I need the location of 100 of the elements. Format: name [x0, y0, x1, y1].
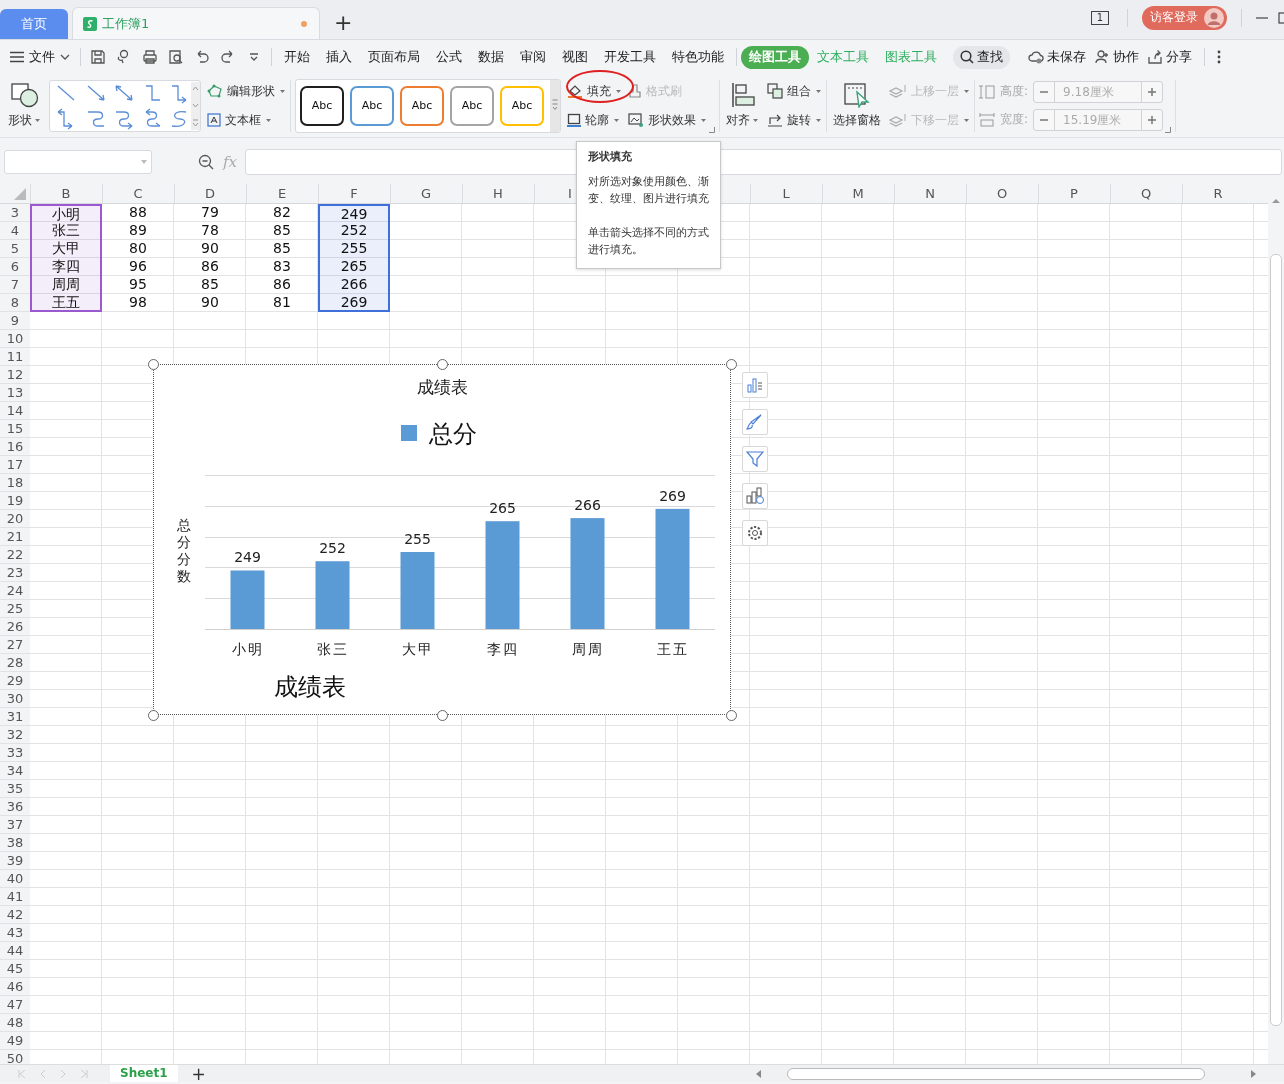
row-header[interactable]: 16 — [0, 438, 30, 456]
column-header[interactable]: O — [966, 184, 1038, 203]
resize-handle[interactable] — [437, 359, 448, 370]
style-preset[interactable]: Abc — [300, 85, 344, 126]
row-header[interactable]: 17 — [0, 456, 30, 474]
row-header[interactable]: 48 — [0, 1014, 30, 1032]
scrollbar-thumb[interactable] — [1270, 254, 1282, 1026]
column-header[interactable]: L — [750, 184, 822, 203]
row-header[interactable]: 45 — [0, 960, 30, 978]
ribbon-tab[interactable]: 公式 — [428, 45, 470, 69]
row-header[interactable]: 4 — [0, 222, 30, 240]
brush-button[interactable] — [742, 409, 768, 435]
row-header[interactable]: 43 — [0, 924, 30, 942]
row-header[interactable]: 20 — [0, 510, 30, 528]
chart[interactable]: 成绩表 总分 249 小明 252 张三 255 大甲 265 李四 266 周周 269 王五 成绩表 总分分数 — [153, 364, 731, 715]
search-button[interactable]: 查找 — [953, 45, 1010, 69]
row-header[interactable]: 10 — [0, 330, 30, 348]
row-header[interactable]: 49 — [0, 1032, 30, 1050]
print-icon[interactable] — [142, 49, 158, 65]
ribbon-tab[interactable]: 审阅 — [512, 45, 554, 69]
row-header[interactable]: 13 — [0, 384, 30, 402]
row-header[interactable]: 41 — [0, 888, 30, 906]
toolbar-button[interactable]: 协作 — [1094, 48, 1139, 66]
row-header[interactable]: 39 — [0, 852, 30, 870]
row-header[interactable]: 35 — [0, 780, 30, 798]
row-header[interactable]: 46 — [0, 978, 30, 996]
row-header[interactable]: 30 — [0, 690, 30, 708]
style-preset[interactable]: Abc — [500, 85, 544, 126]
shape-button[interactable]: 形状 — [6, 82, 43, 129]
row-header[interactable]: 25 — [0, 600, 30, 618]
fill-button[interactable]: 填充 — [567, 81, 622, 101]
row-header[interactable]: 40 — [0, 870, 30, 888]
style-preset[interactable]: Abc — [400, 85, 444, 126]
row-header[interactable]: 6 — [0, 258, 30, 276]
row-header[interactable]: 8 — [0, 294, 30, 312]
settings-button[interactable] — [742, 520, 768, 546]
ribbon-tab[interactable]: 数据 — [470, 45, 512, 69]
row-header[interactable]: 50 — [0, 1050, 30, 1064]
resize-handle[interactable] — [726, 710, 737, 721]
style-preset[interactable]: Abc — [350, 85, 394, 126]
row-header[interactable]: 34 — [0, 762, 30, 780]
row-header[interactable]: 23 — [0, 564, 30, 582]
column-header[interactable]: G — [390, 184, 462, 203]
column-header[interactable]: M — [822, 184, 894, 203]
row-header[interactable]: 38 — [0, 834, 30, 852]
row-header[interactable]: 11 — [0, 348, 30, 366]
ribbon-tab[interactable]: 特色功能 — [664, 45, 732, 69]
resize-handle[interactable] — [726, 359, 737, 370]
row-header[interactable]: 19 — [0, 492, 30, 510]
column-header[interactable]: C — [102, 184, 174, 203]
row-header[interactable]: 47 — [0, 996, 30, 1014]
row-header[interactable]: 36 — [0, 798, 30, 816]
column-header[interactable]: B — [30, 184, 102, 203]
shape-gallery[interactable] — [49, 79, 201, 132]
row-header[interactable]: 12 — [0, 366, 30, 384]
column-header[interactable]: H — [462, 184, 534, 203]
style-preset[interactable]: Abc — [450, 85, 494, 126]
row-header[interactable]: 26 — [0, 618, 30, 636]
column-header[interactable]: E — [246, 184, 318, 203]
toolbar-button[interactable]: 未保存 — [1028, 48, 1086, 66]
row-header[interactable]: 33 — [0, 744, 30, 762]
row-header[interactable]: 21 — [0, 528, 30, 546]
row-header[interactable]: 32 — [0, 726, 30, 744]
row-header[interactable]: 31 — [0, 708, 30, 726]
outline-button[interactable]: 轮廓 — [567, 110, 622, 130]
row-header[interactable]: 14 — [0, 402, 30, 420]
row-header[interactable]: 29 — [0, 672, 30, 690]
row-header[interactable]: 9 — [0, 312, 30, 330]
chart-online-button[interactable] — [742, 483, 768, 509]
selection-pane-button[interactable]: 选择窗格 — [831, 82, 883, 129]
row-header[interactable]: 28 — [0, 654, 30, 672]
row-header[interactable]: 15 — [0, 420, 30, 438]
row-header[interactable]: 42 — [0, 906, 30, 924]
column-header[interactable]: Q — [1110, 184, 1182, 203]
text-box-button[interactable]: 文本框 — [207, 110, 286, 130]
row-header[interactable]: 18 — [0, 474, 30, 492]
ribbon-tab[interactable]: 开发工具 — [596, 45, 664, 69]
resize-handle[interactable] — [437, 710, 448, 721]
edit-shape-button[interactable]: 编辑形状 — [207, 81, 286, 101]
shape-effects-button[interactable]: 形状效果 — [628, 110, 707, 130]
ribbon-tab[interactable]: 页面布局 — [360, 45, 428, 69]
page-count[interactable]: 1 — [1091, 10, 1109, 25]
column-header[interactable]: N — [894, 184, 966, 203]
file-menu[interactable]: 文件 — [10, 48, 70, 66]
column-header[interactable]: P — [1038, 184, 1110, 203]
row-header[interactable]: 22 — [0, 546, 30, 564]
row-header[interactable]: 37 — [0, 816, 30, 834]
row-header[interactable]: 44 — [0, 942, 30, 960]
row-header[interactable]: 3 — [0, 204, 30, 222]
column-header[interactable]: D — [174, 184, 246, 203]
add-sheet-button[interactable]: + — [191, 1065, 206, 1082]
group-button[interactable]: 组合 — [767, 81, 822, 101]
row-header[interactable]: 24 — [0, 582, 30, 600]
resize-handle[interactable] — [148, 710, 159, 721]
resize-handle[interactable] — [148, 359, 159, 370]
row-header[interactable]: 27 — [0, 636, 30, 654]
column-header[interactable]: F — [318, 184, 390, 203]
toolbar-button[interactable]: 分享 — [1147, 48, 1192, 66]
column-header[interactable]: R — [1182, 184, 1254, 203]
ribbon-tab[interactable]: 开始 — [276, 45, 318, 69]
